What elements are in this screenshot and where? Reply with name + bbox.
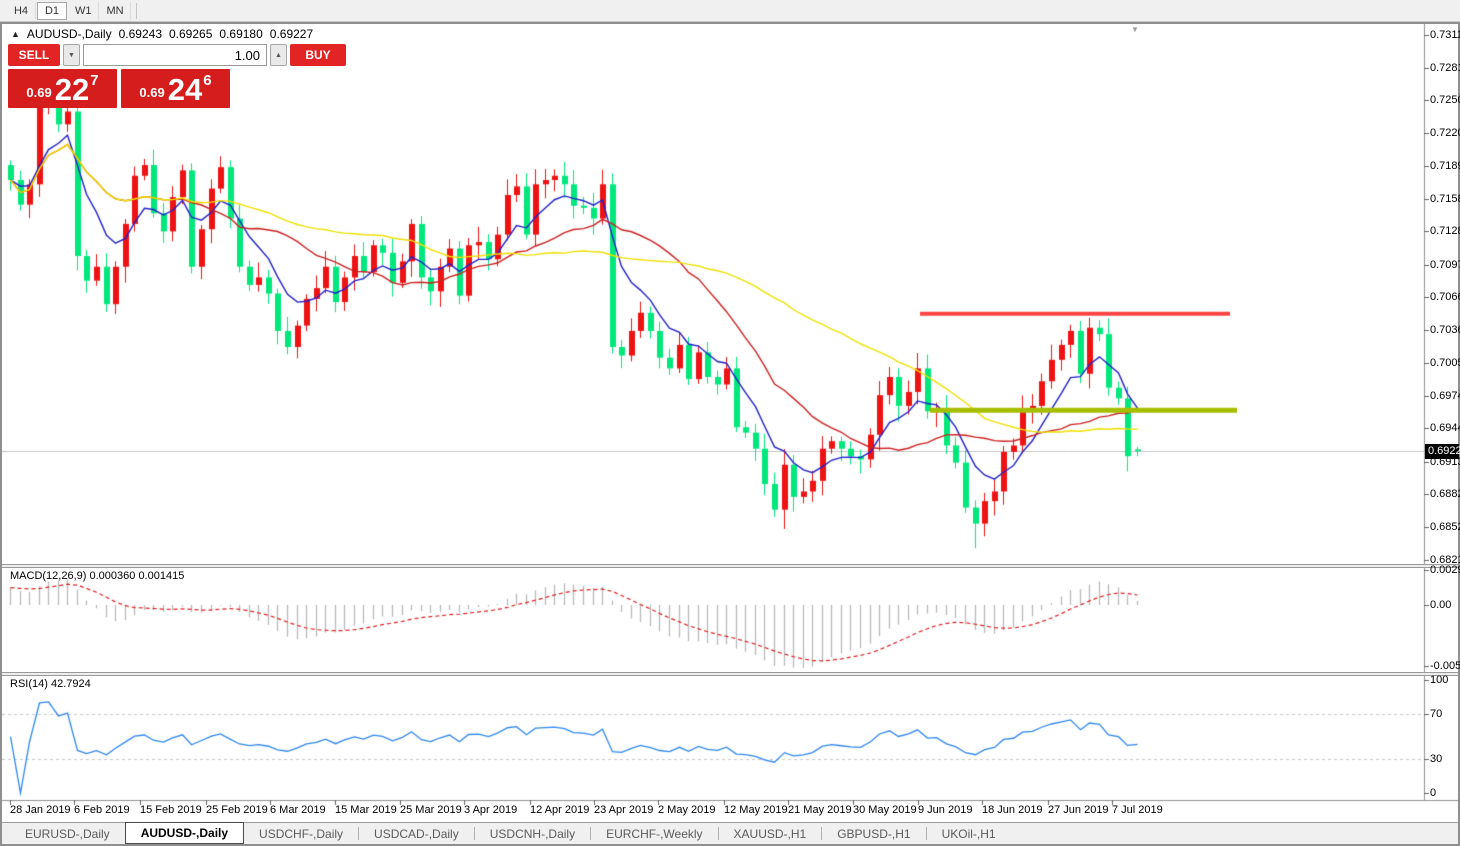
chart-tab-ukoil-h1[interactable]: UKOil-,H1 [927, 823, 1011, 844]
price-axis-label: 0.73115 [1430, 29, 1460, 41]
price-axis-label: 0.69745 [1430, 389, 1460, 402]
sell-button[interactable]: SELL [8, 44, 60, 66]
time-axis-label: 21 May 2019 [788, 804, 852, 816]
macd-axis-label: -0.00525 [1430, 659, 1460, 672]
price-axis-label: 0.69440 [1430, 422, 1460, 435]
pane-separator[interactable] [2, 672, 1458, 676]
price-axis-label: 0.71585 [1430, 192, 1460, 205]
chart-client-area: ▲ AUDUSD-,Daily 0.69243 0.69265 0.69180 … [2, 24, 1460, 844]
rsi-label: RSI(14) 42.7924 [10, 678, 91, 690]
price-axis-label: 0.71890 [1430, 160, 1460, 173]
volume-decrease-button[interactable]: ▼ [63, 44, 80, 66]
time-axis-label: 25 Mar 2019 [400, 804, 462, 816]
price-axis-label: 0.72505 [1430, 94, 1460, 107]
ohlc-close: 0.69227 [269, 27, 314, 41]
chart-tab-bar: EURUSD-,Daily AUDUSD-,Daily USDCHF-,Daily U… [2, 822, 1458, 844]
time-axis-label: 18 Jun 2019 [982, 804, 1043, 816]
time-axis-label: 7 Jul 2019 [1112, 804, 1163, 816]
buy-price-box[interactable]: 0.69 24 6 [121, 69, 230, 108]
time-axis-label: 30 May 2019 [853, 804, 917, 816]
time-axis-label: 28 Jan 2019 [10, 804, 71, 816]
buy-price-prefix: 0.69 [139, 85, 165, 100]
macd-axis-label: 0.00 [1430, 599, 1452, 611]
time-axis-label: 23 Apr 2019 [594, 804, 654, 816]
rsi-axis-label: 0 [1430, 787, 1437, 799]
time-axis-label: 3 Apr 2019 [464, 804, 518, 816]
toolbar-separator [135, 2, 137, 19]
chart-tab-xauusd-h1[interactable]: XAUUSD-,H1 [719, 823, 822, 844]
time-axis-label: 15 Mar 2019 [335, 804, 397, 816]
chart-tab-usdchf-daily[interactable]: USDCHF-,Daily [244, 823, 358, 844]
time-axis-label: 9 Jun 2019 [918, 804, 973, 816]
buy-price-big: 24 [167, 72, 203, 107]
price-axis-label: 0.70665 [1430, 291, 1460, 304]
ohlc-low: 0.69180 [219, 27, 263, 41]
price-chart-canvas[interactable] [2, 24, 1458, 822]
chart-tab-eurchf-weekly[interactable]: EURCHF-,Weekly [591, 823, 717, 844]
timeframe-toolbar: H4 D1 W1 MN [0, 0, 1460, 22]
ohlc-high: 0.69265 [169, 27, 213, 41]
rsi-axis-label: 30 [1430, 753, 1443, 766]
pane-separator[interactable] [2, 564, 1458, 568]
price-axis-label: 0.70050 [1430, 357, 1460, 370]
chart-tab-gbpusd-h1[interactable]: GBPUSD-,H1 [822, 823, 925, 844]
chart-window: ▲ AUDUSD-,Daily 0.69243 0.69265 0.69180 … [0, 22, 1460, 846]
volume-input[interactable] [83, 44, 267, 66]
timeframe-button-w1[interactable]: W1 [68, 1, 99, 20]
price-axis-label: 0.70360 [1430, 323, 1460, 336]
rsi-axis-label: 100 [1430, 674, 1449, 687]
macd-axis-label: 0.002984 [1430, 564, 1460, 577]
time-axis-label: 25 Feb 2019 [206, 804, 268, 816]
time-axis-label: 2 May 2019 [658, 804, 716, 816]
chart-tab-eurusd-daily[interactable]: EURUSD-,Daily [10, 823, 125, 844]
sell-price-sup: 7 [90, 72, 99, 89]
price-axis-label: 0.72200 [1430, 126, 1460, 139]
price-axis-label: 0.72810 [1430, 61, 1460, 74]
time-axis-label: 12 May 2019 [724, 804, 788, 816]
collapse-arrow-icon[interactable]: ▲ [11, 29, 20, 39]
ohlc-open: 0.69243 [118, 27, 162, 41]
price-axis-label: 0.70970 [1430, 258, 1460, 271]
chart-header: ▲ AUDUSD-,Daily 0.69243 0.69265 0.69180 … [11, 27, 313, 41]
sell-price-box[interactable]: 0.69 22 7 [8, 69, 117, 108]
chart-shift-marker-icon[interactable]: ▼ [1131, 25, 1139, 34]
volume-increase-button[interactable]: ▲ [270, 44, 287, 66]
timeframe-button-h4[interactable]: H4 [6, 1, 36, 20]
sell-price-big: 22 [54, 72, 90, 107]
chart-title: AUDUSD-,Daily [26, 27, 112, 41]
time-axis-label: 12 Apr 2019 [530, 804, 590, 816]
price-axis-label: 0.68825 [1430, 488, 1460, 501]
sell-price-prefix: 0.69 [26, 85, 52, 100]
current-price-tag: 0.69227 [1425, 444, 1460, 460]
one-click-trade-panel: SELL ▼ ▲ BUY 0.69 22 7 0.69 24 6 [8, 44, 346, 108]
chart-tab-usdcnh-daily[interactable]: USDCNH-,Daily [475, 823, 590, 844]
time-axis-label: 6 Feb 2019 [74, 804, 130, 816]
macd-label: MACD(12,26,9) 0.000360 0.001415 [10, 570, 185, 582]
chart-tab-usdcad-daily[interactable]: USDCAD-,Daily [359, 823, 474, 844]
timeframe-button-d1[interactable]: D1 [37, 1, 67, 20]
chart-tab-audusd-daily[interactable]: AUDUSD-,Daily [124, 822, 245, 844]
price-axis-label: 0.68520 [1430, 520, 1460, 533]
time-axis-label: 27 Jun 2019 [1048, 804, 1109, 816]
time-axis-label: 6 Mar 2019 [270, 804, 326, 816]
timeframe-button-mn[interactable]: MN [100, 1, 131, 20]
buy-price-sup: 6 [203, 72, 212, 89]
buy-button[interactable]: BUY [290, 44, 346, 66]
time-axis-label: 15 Feb 2019 [140, 804, 202, 816]
rsi-axis-label: 70 [1430, 708, 1443, 721]
price-axis-label: 0.71280 [1430, 225, 1460, 238]
time-axis[interactable]: 28 Jan 2019 6 Feb 2019 15 Feb 2019 25 Feb 2… [2, 801, 1424, 819]
